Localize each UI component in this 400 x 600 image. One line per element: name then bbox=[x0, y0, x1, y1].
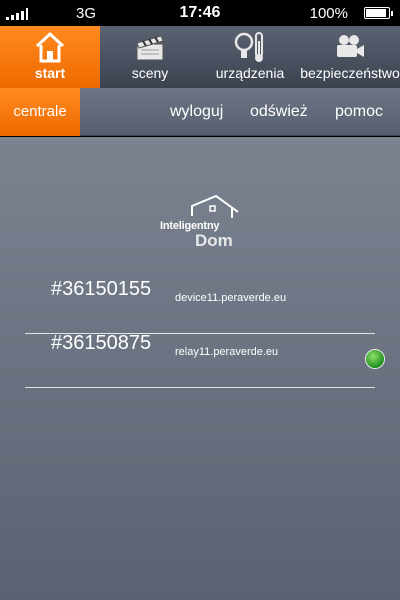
divider bbox=[25, 387, 375, 388]
clapperboard-icon bbox=[100, 30, 200, 64]
logo-text-line2: Dom bbox=[195, 231, 233, 250]
central-row-1[interactable]: #36150155 device11.peraverde.eu bbox=[25, 278, 375, 334]
main-content: Inteligentny Dom #36150155 device11.pera… bbox=[0, 137, 400, 600]
home-icon bbox=[0, 30, 100, 64]
bulb-thermometer-icon bbox=[200, 30, 300, 64]
tab-centrale[interactable]: centrale bbox=[0, 88, 80, 136]
central-id: #36150155 bbox=[51, 278, 152, 300]
refresh-link[interactable]: odśwież bbox=[250, 88, 308, 136]
inteligentny-dom-logo: Inteligentny Dom bbox=[158, 194, 242, 252]
battery-percent: 100% bbox=[309, 5, 348, 22]
nav-start[interactable]: start bbox=[0, 26, 100, 88]
status-bar: 3G 17:46 100% bbox=[0, 0, 400, 26]
central-id: #36150875 bbox=[51, 332, 152, 354]
online-status-icon bbox=[365, 349, 385, 369]
nav-bezpieczenstwo[interactable]: bezpieczeństwo bbox=[300, 26, 400, 88]
battery-charging-icon bbox=[364, 7, 393, 19]
help-link[interactable]: pomoc bbox=[335, 88, 383, 136]
central-host: relay11.peraverde.eu bbox=[175, 346, 279, 358]
central-row-2[interactable]: #36150875 relay11.peraverde.eu bbox=[25, 332, 375, 388]
nav-bezpieczenstwo-label: bezpieczeństwo bbox=[300, 65, 400, 81]
logout-link[interactable]: wyloguj bbox=[170, 88, 223, 136]
sub-navigation: centrale wyloguj odśwież pomoc bbox=[0, 88, 400, 136]
top-navigation: start sceny urządzenia bezpieczeństwo bbox=[0, 26, 400, 88]
nav-urzadzenia[interactable]: urządzenia bbox=[200, 26, 300, 88]
central-host: device11.peraverde.eu bbox=[175, 292, 287, 304]
camera-icon bbox=[300, 30, 400, 64]
nav-sceny[interactable]: sceny bbox=[100, 26, 200, 88]
